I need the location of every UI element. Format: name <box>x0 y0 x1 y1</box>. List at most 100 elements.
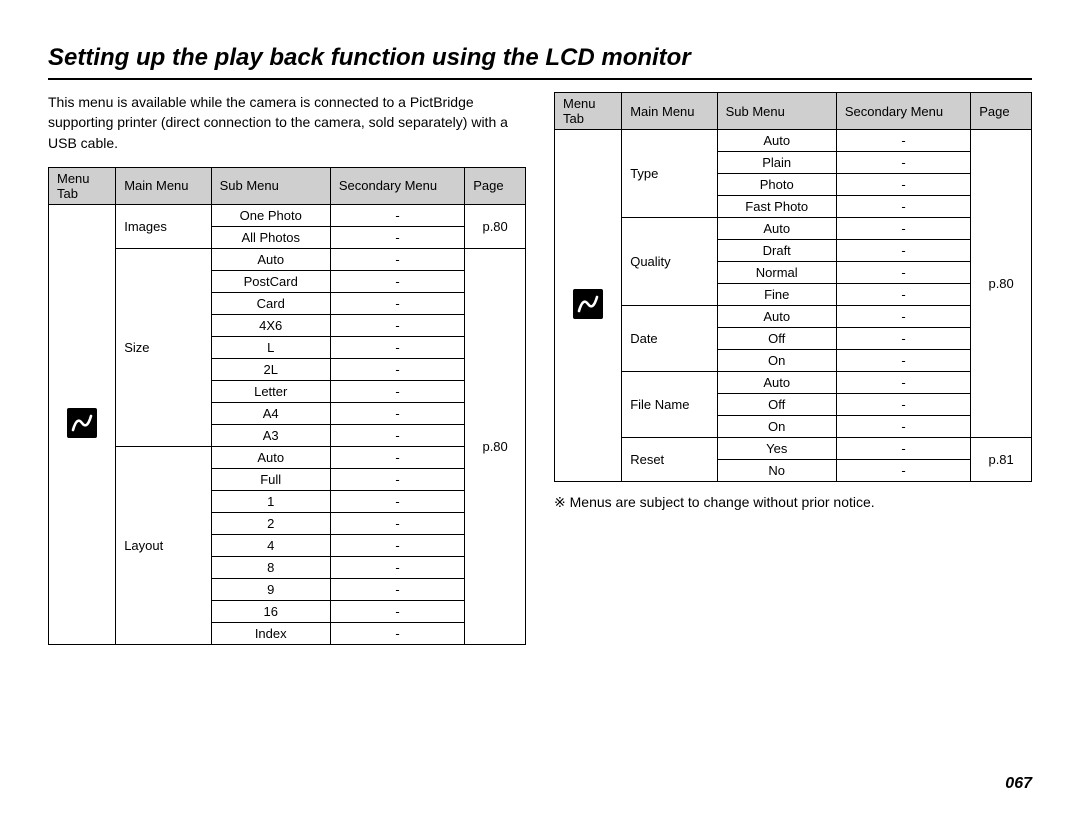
sub: 16 <box>211 600 330 622</box>
sub: Fine <box>717 284 836 306</box>
th-sub-menu: Sub Menu <box>211 167 330 204</box>
sec: - <box>330 446 464 468</box>
left-column: This menu is available while the camera … <box>48 92 526 645</box>
sub: Auto <box>211 446 330 468</box>
sec: - <box>330 468 464 490</box>
th-main-menu: Main Menu <box>116 167 211 204</box>
sub: Fast Photo <box>717 196 836 218</box>
table-row: Type Auto - p.80 <box>555 130 1032 152</box>
sub: On <box>717 350 836 372</box>
pictbridge-icon <box>573 289 603 319</box>
main-quality: Quality <box>622 218 717 306</box>
sub: Photo <box>717 174 836 196</box>
sub: Index <box>211 622 330 644</box>
sub: Auto <box>211 248 330 270</box>
sec: - <box>836 416 970 438</box>
title-rule <box>48 78 1032 80</box>
sec: - <box>836 262 970 284</box>
page-ref: p.80 <box>971 130 1032 438</box>
sub: Auto <box>717 306 836 328</box>
pictbridge-table-2: Menu Tab Main Menu Sub Menu Secondary Me… <box>554 92 1032 482</box>
th-page: Page <box>465 167 526 204</box>
sec: - <box>836 394 970 416</box>
table-row: File Name Auto - <box>555 372 1032 394</box>
sec: - <box>330 270 464 292</box>
sub: A4 <box>211 402 330 424</box>
sec: - <box>836 152 970 174</box>
sec: - <box>836 196 970 218</box>
sub: Normal <box>717 262 836 284</box>
main-reset: Reset <box>622 438 717 482</box>
th-main-menu: Main Menu <box>622 93 717 130</box>
sec: - <box>330 512 464 534</box>
page-number: 067 <box>1005 775 1032 793</box>
sub: Yes <box>717 438 836 460</box>
right-column: Menu Tab Main Menu Sub Menu Secondary Me… <box>554 92 1032 645</box>
th-menu-tab: Menu Tab <box>49 167 116 204</box>
table-row: Layout Auto - <box>49 446 526 468</box>
sub: 9 <box>211 578 330 600</box>
sub: PostCard <box>211 270 330 292</box>
sec: - <box>330 226 464 248</box>
sec: - <box>330 292 464 314</box>
pictbridge-icon-cell <box>555 130 622 482</box>
pictbridge-table-1: Menu Tab Main Menu Sub Menu Secondary Me… <box>48 167 526 645</box>
table-header-row: Menu Tab Main Menu Sub Menu Secondary Me… <box>555 93 1032 130</box>
sub: All Photos <box>211 226 330 248</box>
sub: Draft <box>717 240 836 262</box>
sub: 1 <box>211 490 330 512</box>
page-title: Setting up the play back function using … <box>48 44 1032 72</box>
sub: Plain <box>717 152 836 174</box>
th-secondary-menu: Secondary Menu <box>836 93 970 130</box>
sub: 2L <box>211 358 330 380</box>
sec: - <box>836 130 970 152</box>
sec: - <box>330 556 464 578</box>
sub: 8 <box>211 556 330 578</box>
sec: - <box>330 534 464 556</box>
th-page: Page <box>971 93 1032 130</box>
sec: - <box>330 380 464 402</box>
page-ref: p.81 <box>971 438 1032 482</box>
sec: - <box>836 460 970 482</box>
footnote: ※ Menus are subject to change without pr… <box>554 494 1032 511</box>
sec: - <box>836 328 970 350</box>
sub: Auto <box>717 130 836 152</box>
sec: - <box>836 372 970 394</box>
sub: 2 <box>211 512 330 534</box>
sec: - <box>330 336 464 358</box>
page-ref: p.80 <box>465 248 526 644</box>
th-sub-menu: Sub Menu <box>717 93 836 130</box>
table-row: Quality Auto - <box>555 218 1032 240</box>
sec: - <box>836 284 970 306</box>
sec: - <box>836 240 970 262</box>
sub: One Photo <box>211 204 330 226</box>
main-size: Size <box>116 248 211 446</box>
sub: Off <box>717 394 836 416</box>
sub: Card <box>211 292 330 314</box>
sub: L <box>211 336 330 358</box>
page-ref: p.80 <box>465 204 526 248</box>
pictbridge-icon <box>67 408 97 438</box>
sec: - <box>836 350 970 372</box>
sec: - <box>330 204 464 226</box>
sec: - <box>330 248 464 270</box>
sub: Auto <box>717 218 836 240</box>
pictbridge-icon-cell <box>49 204 116 644</box>
sec: - <box>330 314 464 336</box>
sec: - <box>330 424 464 446</box>
sec: - <box>330 600 464 622</box>
intro-text: This menu is available while the camera … <box>48 92 526 153</box>
sub: No <box>717 460 836 482</box>
sec: - <box>330 490 464 512</box>
table-row: Date Auto - <box>555 306 1032 328</box>
sub: A3 <box>211 424 330 446</box>
table-row: Images One Photo - p.80 <box>49 204 526 226</box>
th-menu-tab: Menu Tab <box>555 93 622 130</box>
sec: - <box>836 218 970 240</box>
sub: Off <box>717 328 836 350</box>
sec: - <box>330 622 464 644</box>
sub: Letter <box>211 380 330 402</box>
table-header-row: Menu Tab Main Menu Sub Menu Secondary Me… <box>49 167 526 204</box>
sub: Full <box>211 468 330 490</box>
content-columns: This menu is available while the camera … <box>48 92 1032 645</box>
